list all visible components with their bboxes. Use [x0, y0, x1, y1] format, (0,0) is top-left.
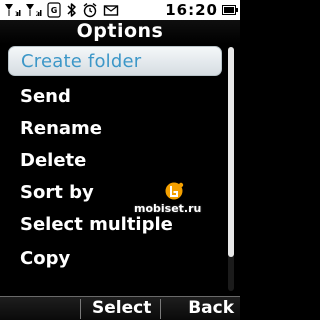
watermark-text: mobiset.ru — [134, 202, 202, 215]
bluetooth-icon — [67, 3, 76, 17]
svg-text:G: G — [51, 6, 58, 15]
battery-level — [224, 7, 234, 13]
gprs-icon: G — [47, 2, 61, 18]
signal-sim1-icon: 1 — [5, 4, 21, 18]
signal-sim2-icon: 2 — [26, 4, 42, 18]
softkey-divider — [160, 299, 161, 319]
envelope-icon — [103, 5, 119, 16]
watermark: mobiset.ru — [134, 180, 230, 218]
softkey-bar: Select Back — [0, 296, 240, 320]
menu-item-create-folder[interactable]: Create folder — [8, 46, 222, 76]
menu-item-delete[interactable]: Delete — [8, 146, 222, 176]
options-menu: Create folder Send Rename Delete Sort by… — [0, 44, 240, 290]
status-bar: 1 2 G 16:20 — [0, 0, 240, 20]
status-time: 16:20 — [165, 1, 218, 19]
page-title: Options — [76, 20, 164, 42]
title-bar: Options — [0, 20, 240, 44]
back-softkey[interactable]: Back — [188, 298, 234, 318]
select-softkey[interactable]: Select — [92, 298, 151, 318]
battery-icon — [222, 5, 238, 15]
scrollbar[interactable] — [228, 47, 234, 291]
scroll-thumb[interactable] — [228, 47, 234, 257]
alarm-icon — [83, 3, 97, 18]
menu-item-send[interactable]: Send — [8, 82, 222, 112]
menu-item-rename[interactable]: Rename — [8, 114, 222, 144]
softkey-divider — [80, 299, 81, 319]
menu-item-copy[interactable]: Copy — [8, 244, 222, 274]
mobiset-logo-icon — [165, 182, 184, 200]
